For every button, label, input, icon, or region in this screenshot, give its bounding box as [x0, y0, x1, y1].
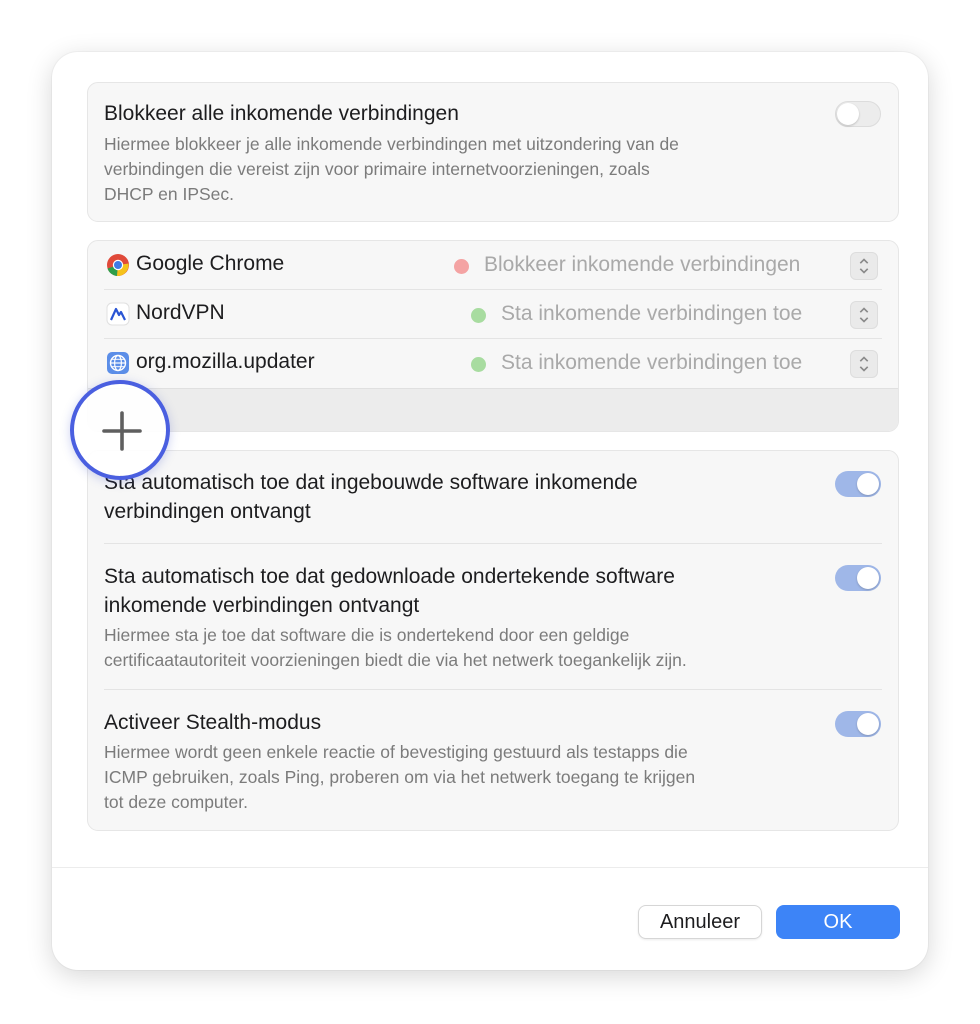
app-row-google-chrome[interactable]: Google Chrome Blokkeer inkomende verbind… — [88, 241, 898, 290]
signed-software-toggle[interactable] — [835, 565, 881, 591]
stealth-mode-toggle[interactable] — [835, 711, 881, 737]
app-name: Google Chrome — [136, 252, 285, 275]
block-all-description-line-1: Hiermee blokkeer je alle inkomende verbi… — [104, 134, 679, 154]
status-dot-blocked — [454, 259, 469, 274]
block-all-description-line-3: DHCP en IPSec. — [104, 184, 235, 204]
block-all-group: Blokkeer alle inkomende verbindingen Hie… — [87, 82, 899, 222]
app-status: Sta inkomende verbindingen toe — [501, 351, 803, 374]
signed-software-description-line-2: certificaatautoriteit voorzieningen bied… — [104, 650, 687, 670]
builtin-software-title-line-1: Sta automatisch toe dat ingebouwde softw… — [104, 471, 638, 494]
up-down-chevron-icon[interactable] — [850, 350, 878, 378]
builtin-software-title-line-2: verbindingen ontvangt — [104, 500, 311, 523]
signed-software-description-line-1: Hiermee sta je toe dat software die is o… — [104, 625, 630, 645]
block-all-title: Blokkeer alle inkomende verbindingen — [104, 102, 459, 125]
cancel-button[interactable]: Annuleer — [638, 905, 762, 939]
signed-software-title-line-2: inkomende verbindingen ontvangt — [104, 594, 420, 617]
stealth-mode-title: Activeer Stealth-modus — [104, 711, 322, 734]
app-name: org.mozilla.updater — [136, 350, 315, 373]
footer-divider — [52, 867, 928, 868]
chrome-icon — [107, 254, 129, 277]
stealth-mode-description-line-2: ICMP gebruiken, zoals Ping, proberen om … — [104, 767, 696, 787]
block-all-description-line-2: verbindingen die vereist zijn voor prima… — [104, 159, 650, 179]
block-all-toggle[interactable] — [835, 101, 881, 127]
signed-software-title-line-1: Sta automatisch toe dat gedownloade onde… — [104, 565, 675, 588]
status-dot-allowed — [471, 357, 486, 372]
status-dot-allowed — [471, 308, 486, 323]
app-row-nordvpn[interactable]: NordVPN Sta inkomende verbindingen toe — [88, 290, 898, 339]
app-name: NordVPN — [136, 301, 225, 324]
options-group: Sta automatisch toe dat ingebouwde softw… — [87, 450, 899, 831]
stealth-mode-description-line-3: tot deze computer. — [104, 792, 248, 812]
app-list-toolbar — [88, 388, 898, 431]
app-status: Sta inkomende verbindingen toe — [501, 302, 803, 325]
nordvpn-icon — [106, 302, 130, 326]
app-status: Blokkeer inkomende verbindingen — [484, 253, 801, 276]
app-row-org-mozilla-updater[interactable]: org.mozilla.updater Sta inkomende verbin… — [88, 339, 898, 388]
builtin-software-toggle[interactable] — [835, 471, 881, 497]
globe-app-icon — [107, 352, 129, 374]
ok-button[interactable]: OK — [776, 905, 900, 939]
firewall-options-dialog: Blokkeer alle inkomende verbindingen Hie… — [52, 52, 928, 970]
up-down-chevron-icon[interactable] — [850, 301, 878, 329]
up-down-chevron-icon[interactable] — [850, 252, 878, 280]
plus-icon — [102, 411, 142, 451]
stealth-mode-description-line-1: Hiermee wordt geen enkele reactie of bev… — [104, 742, 688, 762]
app-list: Google Chrome Blokkeer inkomende verbind… — [87, 240, 899, 432]
add-app-button[interactable] — [70, 380, 170, 480]
